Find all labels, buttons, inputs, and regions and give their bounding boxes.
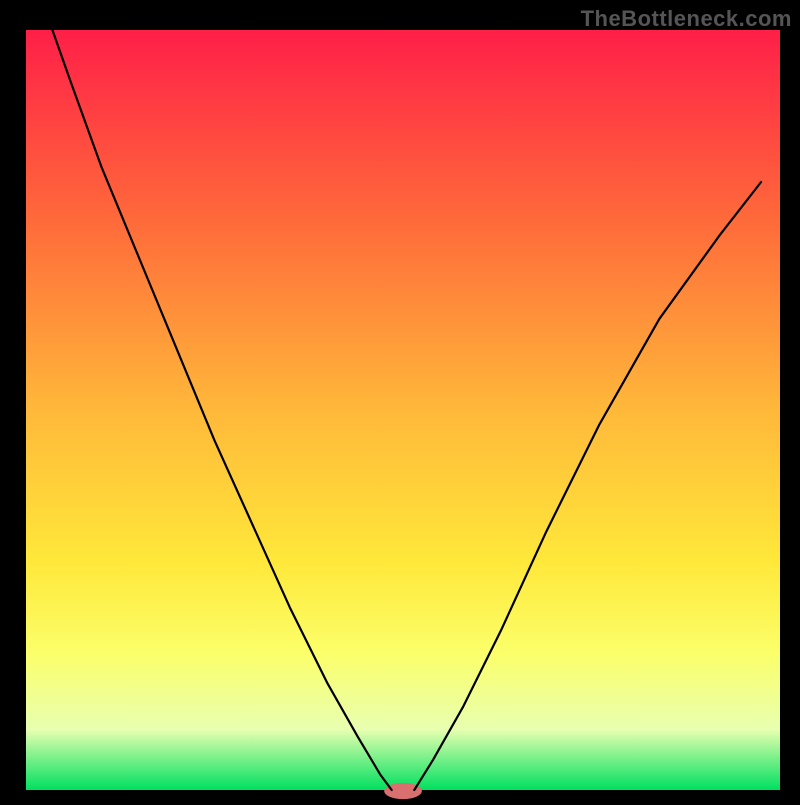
chart-container xyxy=(0,0,800,800)
watermark-text: TheBottleneck.com xyxy=(581,6,792,32)
chart-svg xyxy=(0,0,800,800)
